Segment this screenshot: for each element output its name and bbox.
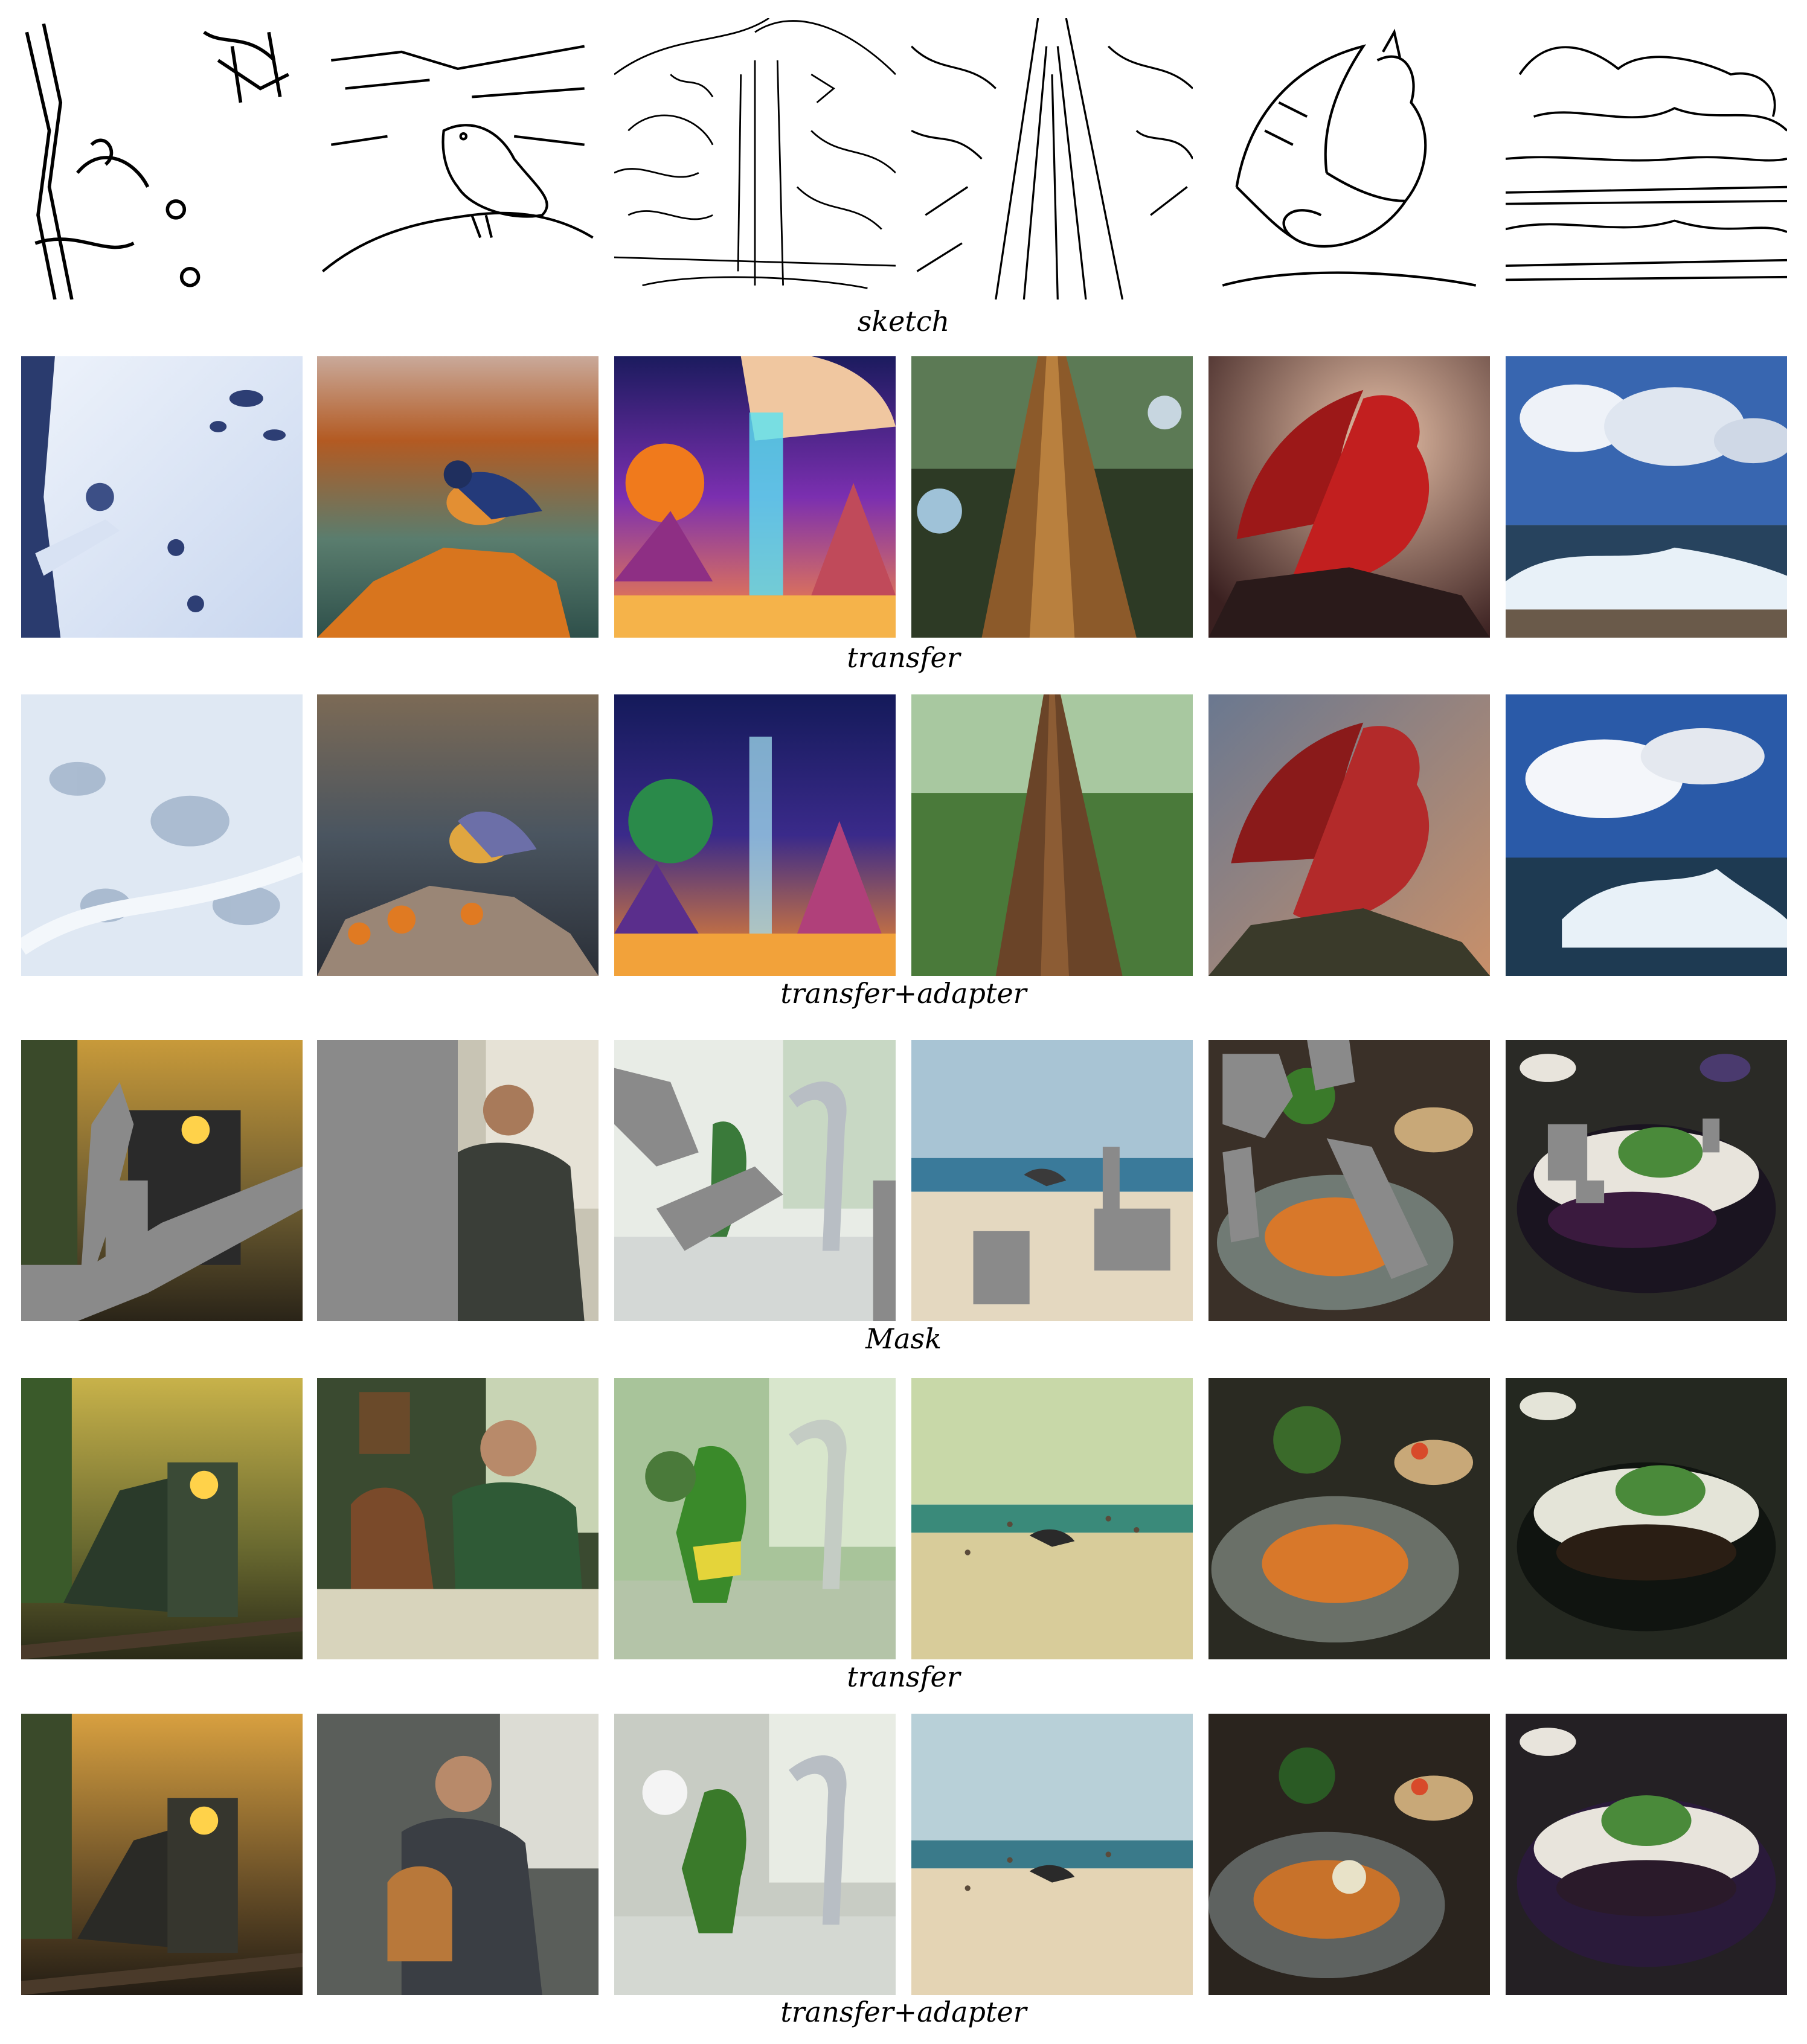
image-bird-adapter (317, 694, 599, 976)
image-ocean-clouds-adapter (1506, 694, 1787, 976)
image-fantasy-waterfall-adapter (614, 694, 896, 976)
image-beach-adapter (911, 1714, 1193, 1995)
sketch-red-dragon (1208, 18, 1490, 300)
image-beach-transfer (911, 1378, 1193, 1659)
image-beach-masked (911, 1040, 1193, 1321)
image-rice-bowl-transfer (1506, 1378, 1787, 1659)
image-man-dog-adapter (317, 1714, 599, 1995)
image-snow-transfer (21, 356, 303, 638)
image-man-masked (317, 1040, 599, 1321)
sketch-bird (317, 18, 599, 300)
caption-mask: Mask (865, 1322, 942, 1355)
image-train-adapter (21, 1714, 303, 1995)
image-man-dog-transfer (317, 1378, 599, 1659)
image-tree-trunk-adapter (911, 694, 1193, 976)
image-dinosaur-adapter (614, 1714, 896, 1995)
image-train-masked (21, 1040, 303, 1321)
image-dinosaur-masked (614, 1040, 896, 1321)
sketch-snow (21, 18, 303, 300)
caption-adapter-1: transfer+adapter (780, 977, 1027, 1010)
image-snow-adapter (21, 694, 303, 976)
image-fantasy-waterfall-transfer (614, 356, 896, 638)
image-ocean-clouds-transfer (1506, 356, 1787, 638)
sketch-fantasy-waterfall (614, 18, 896, 300)
image-train-transfer (21, 1378, 303, 1659)
image-dinosaur-transfer (614, 1378, 896, 1659)
image-rice-bowl-adapter (1506, 1714, 1787, 1995)
image-red-dragon-transfer (1208, 356, 1490, 638)
image-red-dragon-adapter (1208, 694, 1490, 976)
image-rice-bowl-masked (1506, 1040, 1787, 1321)
image-food-plate-masked (1208, 1040, 1490, 1321)
image-bird-transfer (317, 356, 599, 638)
sketch-tree-trunk (911, 18, 1193, 300)
image-tree-trunk-transfer (911, 356, 1193, 638)
sketch-ocean-clouds (1506, 18, 1787, 300)
image-food-plate-transfer (1208, 1378, 1490, 1659)
image-food-plate-adapter (1208, 1714, 1490, 1995)
caption-transfer-2: transfer (847, 1661, 960, 1693)
caption-transfer-1: transfer (847, 641, 960, 674)
caption-adapter-2: transfer+adapter (780, 1996, 1027, 2028)
caption-sketch: sketch (857, 305, 950, 338)
